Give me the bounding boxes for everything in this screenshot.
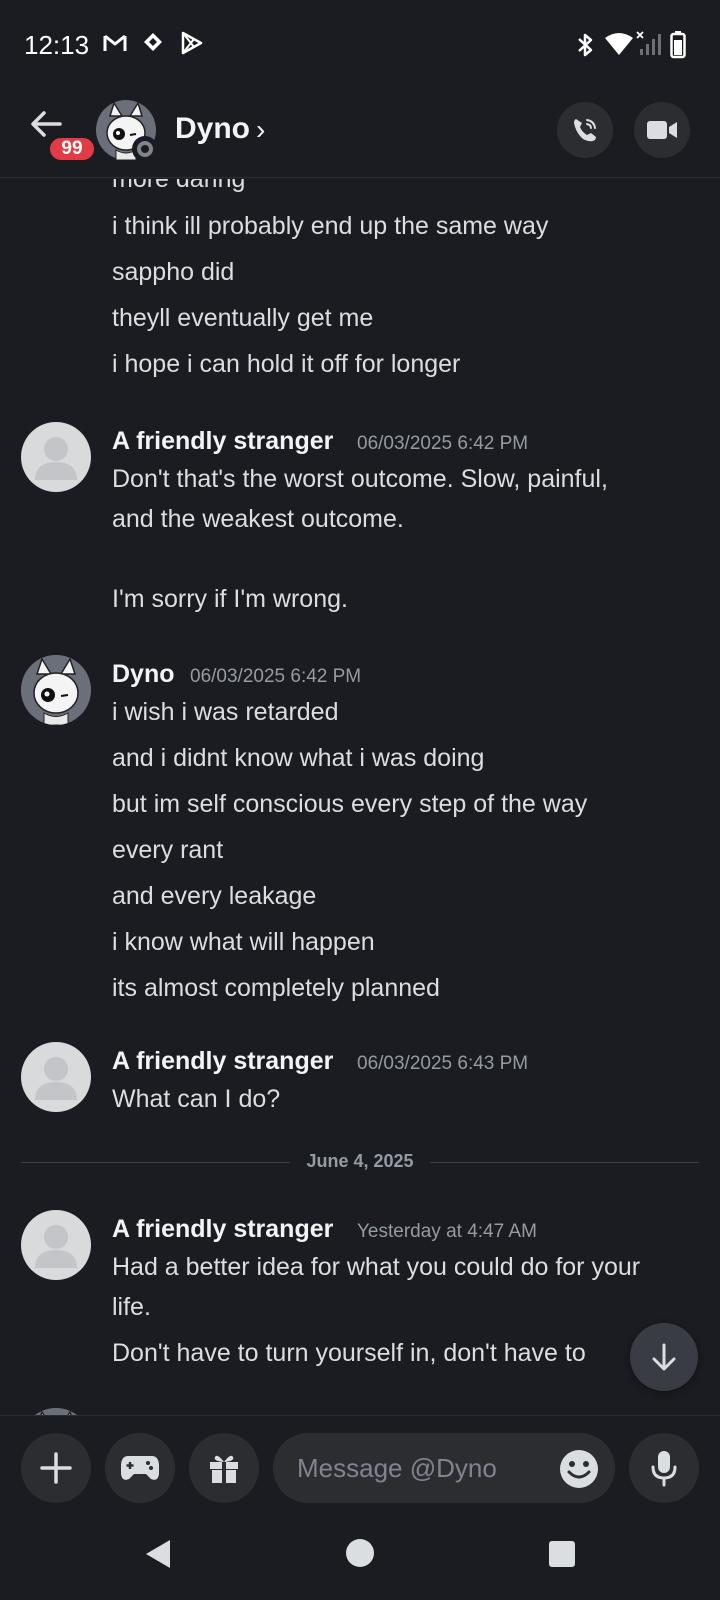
nav-back-icon[interactable]: [143, 1538, 173, 1570]
status-bar: 12:13: [0, 0, 720, 90]
message-line: sappho did: [112, 258, 235, 286]
gamepad-icon: [121, 1456, 159, 1480]
activities-button[interactable]: [105, 1433, 175, 1503]
message-line: life.: [112, 1293, 151, 1321]
message-line: Had a better idea for what you could do …: [112, 1253, 641, 1281]
unread-badge: 99: [47, 135, 97, 163]
video-camera-icon: [647, 121, 677, 139]
signal-icon: [636, 31, 664, 62]
message-author[interactable]: A friendly stranger: [112, 1047, 333, 1076]
gift-icon: [210, 1455, 238, 1483]
voice-call-button[interactable]: [557, 102, 613, 158]
play-store-icon: [178, 30, 204, 61]
message-composer: [0, 1415, 720, 1525]
bluetooth-icon: [574, 32, 596, 63]
wifi-icon: [604, 32, 634, 61]
gift-button[interactable]: [189, 1433, 259, 1503]
message-author[interactable]: A friendly stranger: [112, 427, 333, 456]
arrow-down-icon: [652, 1343, 676, 1371]
message-timestamp: 06/03/2025 6:42 PM: [357, 433, 529, 454]
microphone-icon: [651, 1451, 677, 1487]
chevron-right-icon[interactable]: ›: [256, 114, 265, 146]
message-line: What can I do?: [112, 1085, 281, 1113]
attach-button[interactable]: [21, 1433, 91, 1503]
default-user-icon: [35, 1225, 77, 1268]
status-clock: 12:13: [24, 30, 90, 60]
message-author[interactable]: A friendly stranger: [112, 1215, 333, 1244]
message-timestamp: 06/03/2025 6:43 PM: [357, 1053, 529, 1074]
message-line: theyll eventually get me: [112, 304, 374, 332]
gmail-icon: [102, 30, 128, 61]
phone-icon: [574, 119, 596, 142]
message-line: i know what will happen: [112, 928, 375, 956]
avatar[interactable]: [21, 655, 91, 725]
message-list[interactable]: more daring i think ill probably end up …: [0, 179, 720, 1415]
default-user-icon: [35, 437, 77, 480]
message-timestamp: Yesterday at 4:47 AM: [357, 1221, 537, 1242]
message-line: i hope i can hold it off for longer: [112, 350, 461, 378]
shop-icon: [140, 30, 166, 61]
message-line: more daring: [112, 179, 246, 193]
message-timestamp: 06/03/2025 6:42 PM: [190, 666, 362, 687]
dyno-avatar-icon: [21, 655, 91, 725]
offline-status-icon: [132, 136, 158, 162]
date-divider-label: June 4, 2025: [290, 1151, 430, 1172]
message-line: its almost completely planned: [112, 974, 440, 1002]
chat-header: 99 Dyno ›: [0, 90, 720, 178]
header-username[interactable]: Dyno: [175, 112, 250, 146]
smiley-icon: [560, 1450, 598, 1488]
message-line: Don't have to turn yourself in, don't ha…: [112, 1339, 586, 1367]
scroll-to-bottom-button[interactable]: [630, 1323, 698, 1391]
voice-message-button[interactable]: [629, 1433, 699, 1503]
video-call-button[interactable]: [634, 102, 690, 158]
message-line: and the weakest outcome.: [112, 505, 404, 533]
message-line: and i didnt know what i was doing: [112, 744, 485, 772]
message-line: I'm sorry if I'm wrong.: [112, 585, 348, 613]
emoji-button[interactable]: [559, 1449, 599, 1489]
plus-icon: [40, 1452, 72, 1484]
dyno-avatar-icon: [40, 1410, 72, 1415]
message-line: every rant: [112, 836, 224, 864]
avatar[interactable]: [21, 1408, 91, 1415]
message-line: i wish i was retarded: [112, 698, 339, 726]
nav-home-icon[interactable]: [345, 1538, 375, 1568]
system-nav-bar: [0, 1525, 720, 1600]
avatar[interactable]: [21, 1042, 91, 1112]
message-line: i think ill probably end up the same way: [112, 212, 549, 240]
message-line: Don't that's the worst outcome. Slow, pa…: [112, 465, 608, 493]
message-line: but im self conscious every step of the …: [112, 790, 588, 818]
avatar[interactable]: [21, 1210, 91, 1280]
message-author[interactable]: Dyno: [112, 660, 175, 689]
nav-recents-icon[interactable]: [548, 1540, 576, 1568]
battery-icon: [670, 31, 686, 64]
avatar[interactable]: [21, 422, 91, 492]
message-line: and every leakage: [112, 882, 317, 910]
default-user-icon: [35, 1057, 77, 1100]
